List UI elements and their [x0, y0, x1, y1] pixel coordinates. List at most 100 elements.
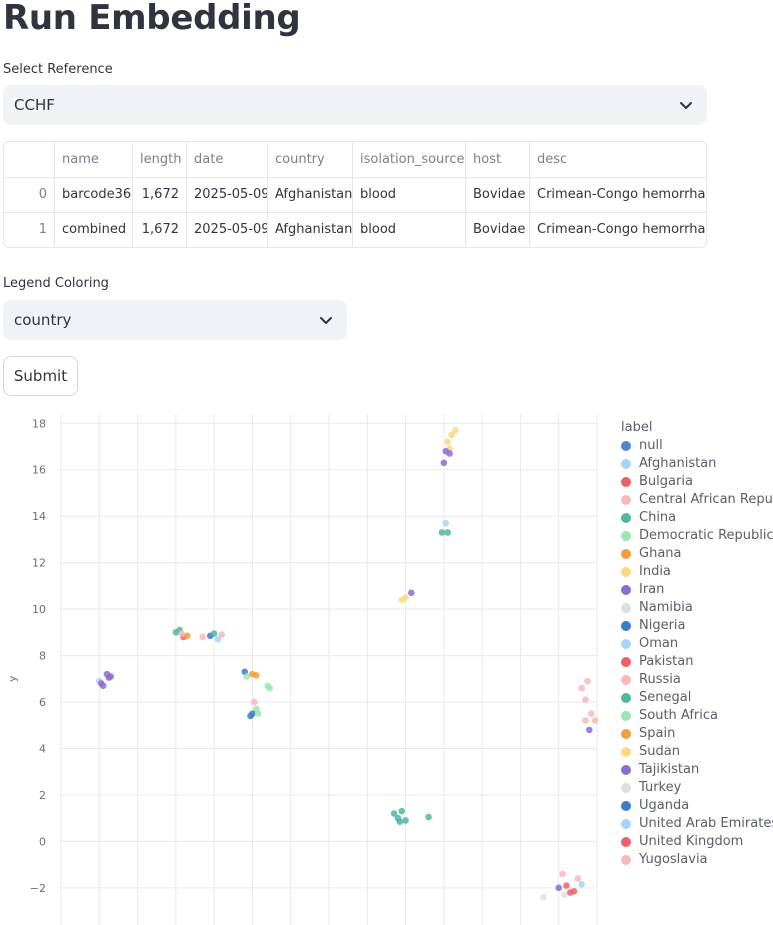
data-table[interactable]: name length date country isolation_sourc…	[3, 141, 707, 248]
legend-item[interactable]: Pakistan	[621, 654, 693, 669]
legend-label: Bulgaria	[639, 474, 693, 489]
data-point	[584, 677, 591, 685]
table-cell[interactable]: Crimean-Congo hemorrhagic	[537, 177, 706, 212]
column-header-name[interactable]: name	[62, 142, 132, 177]
data-point	[440, 459, 448, 467]
data-point	[425, 813, 432, 821]
legend-label: Tajikistan	[639, 762, 700, 777]
legend-label: Iran	[639, 582, 665, 597]
legend-swatch	[621, 746, 631, 757]
legend-item[interactable]: Oman	[621, 636, 678, 651]
table-cell[interactable]: combined	[62, 212, 132, 247]
legend-item[interactable]: Iran	[621, 582, 664, 597]
row-index: 1	[38, 222, 47, 237]
data-point	[444, 438, 451, 446]
data-point	[398, 807, 406, 815]
legend-item[interactable]: Russia	[621, 672, 681, 687]
legend-item[interactable]: Turkey	[621, 780, 681, 795]
legend-item[interactable]: United Kingdom	[621, 834, 743, 849]
scatter-chart[interactable]: −2 0 2 4 6 8 10 12 14 16 18 y	[0, 404, 610, 925]
legend-label: China	[639, 510, 677, 525]
legend-swatch	[621, 476, 631, 487]
table-cell[interactable]: Afghanistan	[275, 212, 352, 247]
legend-label: South Africa	[639, 708, 718, 723]
legend-swatch	[621, 656, 631, 667]
legend-swatch	[621, 440, 631, 451]
data-point	[402, 817, 409, 824]
chevron-down-icon	[320, 317, 332, 324]
column-header-host[interactable]: host	[473, 142, 529, 177]
data-point	[266, 684, 273, 692]
y-tick-label: 12	[32, 557, 46, 570]
table-cell[interactable]: 1,672	[132, 212, 179, 247]
select-reference-dropdown[interactable]: CCHF	[3, 85, 707, 125]
legend-swatch	[621, 854, 631, 865]
legend-swatch	[621, 494, 631, 505]
legend-item[interactable]: Central African Republi	[621, 492, 773, 507]
legend-item[interactable]: null	[621, 438, 663, 453]
legend-label: Democratic Republic of	[639, 528, 773, 543]
legend-swatch	[621, 692, 631, 703]
data-point	[582, 696, 589, 703]
data-point	[559, 870, 566, 878]
table-cell[interactable]: 2025-05-09	[194, 177, 267, 212]
legend-label: Central African Republi	[639, 492, 773, 507]
legend-coloring-value: country	[14, 311, 72, 329]
column-header-desc[interactable]: desc	[537, 142, 706, 177]
column-header-isolation-source[interactable]: isolation_source	[360, 142, 465, 177]
column-header-date[interactable]: date	[194, 142, 267, 177]
legend-item[interactable]: India	[621, 564, 671, 579]
legend-label: United Arab Emirates	[639, 816, 773, 831]
data-point	[396, 818, 404, 825]
table-cell[interactable]: barcode36	[62, 177, 132, 212]
legend-label: Oman	[639, 636, 679, 651]
legend-swatch	[621, 512, 631, 523]
select-reference-value: CCHF	[14, 96, 55, 114]
table-cell[interactable]: blood	[360, 177, 465, 212]
data-point	[574, 875, 582, 882]
legend-label: Russia	[639, 672, 681, 687]
legend-item[interactable]: Spain	[621, 726, 675, 741]
legend-swatch	[621, 602, 631, 613]
data-point	[563, 882, 570, 889]
legend-item[interactable]: Senegal	[621, 690, 691, 705]
column-header-country[interactable]: country	[275, 142, 352, 177]
table-cell[interactable]: Afghanistan	[275, 177, 352, 212]
table-cell[interactable]: Bovidae	[473, 177, 529, 212]
legend-label: India	[639, 564, 671, 579]
legend-item[interactable]: China	[621, 510, 676, 525]
data-point	[540, 893, 547, 901]
legend-item[interactable]: Afghanistan	[621, 456, 716, 471]
page-title: Run Embedding	[3, 0, 301, 38]
table-cell[interactable]: 2025-05-09	[194, 212, 267, 247]
table-cell[interactable]: 1,672	[132, 177, 179, 212]
legend-item[interactable]: Tajikistan	[621, 762, 699, 777]
data-point	[561, 891, 568, 899]
legend-item[interactable]: Namibia	[621, 600, 693, 615]
legend-item[interactable]: Uganda	[621, 798, 689, 813]
legend-item[interactable]: Bulgaria	[621, 474, 693, 489]
table-cell[interactable]: blood	[360, 212, 465, 247]
data-point	[218, 631, 226, 638]
legend-item[interactable]: South Africa	[621, 708, 718, 723]
y-tick-label: 10	[32, 603, 46, 616]
legend-label: Afghanistan	[639, 456, 717, 471]
legend-item[interactable]: Yugoslavia	[621, 852, 708, 867]
table-cell[interactable]: Bovidae	[473, 212, 529, 247]
legend-item[interactable]: United Arab Emirates	[621, 816, 773, 831]
legend-item[interactable]: Ghana	[621, 546, 682, 561]
legend-title: label	[621, 420, 653, 435]
data-point	[582, 717, 589, 724]
legend-label: Nigeria	[639, 618, 686, 633]
y-tick-label: 16	[32, 464, 46, 477]
legend-item[interactable]: Sudan	[621, 744, 680, 759]
legend-item[interactable]: Nigeria	[621, 618, 686, 633]
table-cell[interactable]: Crimean-Congo hemorrhagic	[537, 212, 706, 247]
legend-coloring-dropdown[interactable]: country	[3, 300, 347, 340]
legend-item[interactable]: Democratic Republic of	[621, 528, 773, 543]
submit-button[interactable]: Submit	[3, 356, 78, 396]
column-header-length[interactable]: length	[140, 142, 186, 177]
y-tick-label: 8	[39, 650, 46, 663]
data-point	[254, 710, 262, 717]
legend-label: Uganda	[639, 798, 690, 813]
